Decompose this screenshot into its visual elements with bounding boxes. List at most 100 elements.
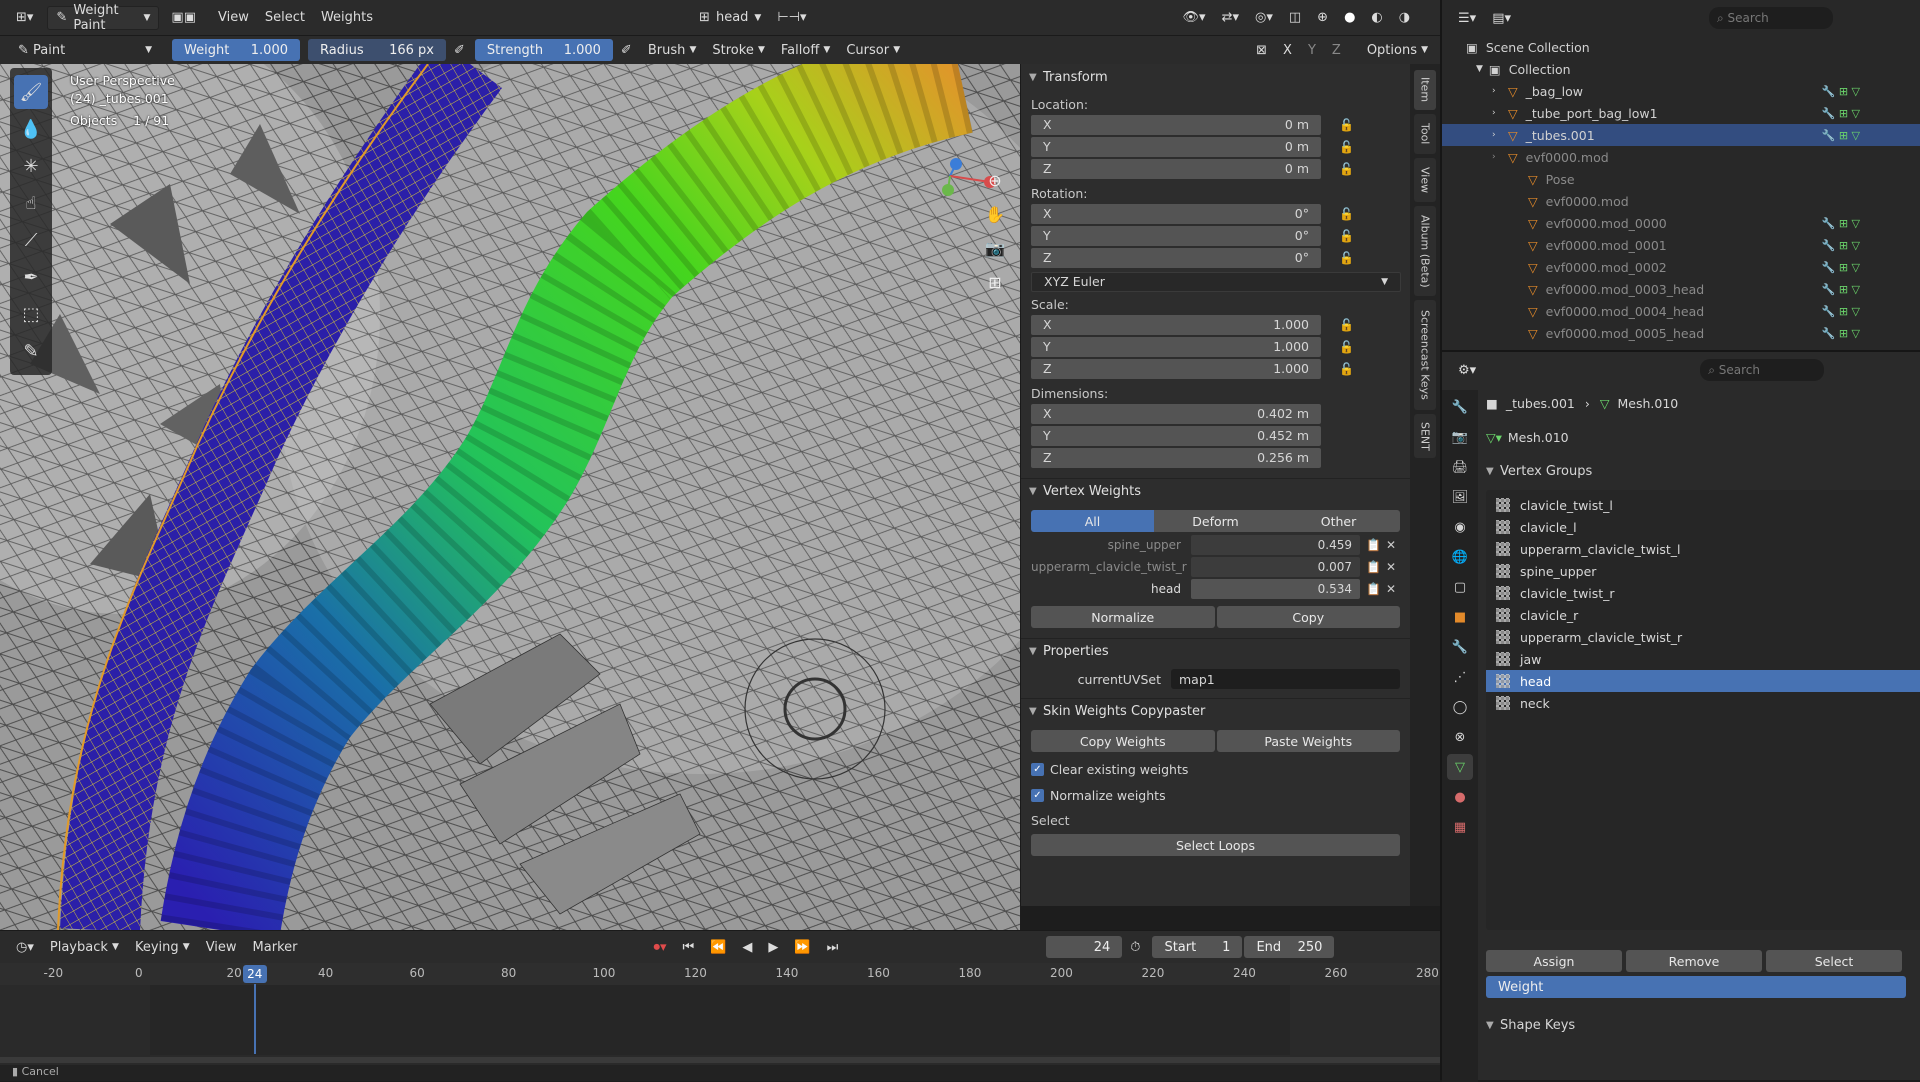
dim-field[interactable]: X 0.402 m <box>1031 403 1321 424</box>
texture-tab-icon[interactable]: ▦ <box>1447 814 1473 840</box>
rot-field[interactable]: X 0° <box>1031 203 1321 224</box>
frame-ruler[interactable]: -20 0 20 40 60 80 100 120 140 160 180 200 220 240 260 2… <box>0 963 1440 985</box>
modifier-tab-icon[interactable]: 🔧 <box>1447 634 1473 660</box>
select-loops-button[interactable]: Select Loops <box>1031 834 1400 856</box>
clock-icon[interactable]: ◷▾ <box>8 935 42 959</box>
outliner-search[interactable]: ⌕ Search <box>1709 7 1833 29</box>
menu-brush[interactable]: Brush ▼ <box>640 38 705 62</box>
lock-icon[interactable]: 🔓 <box>1339 362 1359 376</box>
vertex-group-item[interactable]: clavicle_l <box>1486 516 1920 538</box>
outliner-item[interactable]: ▽ evf0000.mod_0005_head 🔧 ⊞ ▽ <box>1442 322 1920 344</box>
lock-icon[interactable]: 🔓 <box>1339 251 1359 265</box>
lock-icon[interactable]: 🔓 <box>1339 318 1359 332</box>
outliner-item[interactable]: › ▽ evf0000.mod <box>1442 146 1920 168</box>
close-icon[interactable]: ✕ <box>1386 560 1400 574</box>
rotation-mode-select[interactable]: XYZ Euler ▼ <box>1031 271 1401 292</box>
shading-wire-icon[interactable]: ⊕ <box>1309 6 1336 30</box>
dim-field[interactable]: Z 0.256 m <box>1031 447 1321 468</box>
gradient-icon[interactable]: ⟋ <box>14 223 48 257</box>
xray-icon[interactable]: ◫ <box>1281 6 1309 30</box>
vertex-group-item[interactable]: upperarm_clavicle_twist_l <box>1486 538 1920 560</box>
loc-field[interactable]: Y 0 m <box>1031 136 1321 157</box>
output-tab-icon[interactable]: 🖨 <box>1447 454 1473 480</box>
physics-tab-icon[interactable]: ◯ <box>1447 694 1473 720</box>
vertex-weight-value[interactable]: 0.007 <box>1191 557 1360 577</box>
vertex-group-item[interactable]: upperarm_clavicle_twist_r <box>1486 626 1920 648</box>
tab-screencast-keys[interactable]: Screencast Keys <box>1414 300 1436 410</box>
pressure-icon[interactable]: ✐ <box>446 38 473 62</box>
remove-button[interactable]: Remove <box>1626 950 1762 972</box>
display-mode-icon[interactable]: ▤▾ <box>1484 6 1519 30</box>
camera-icon[interactable]: 📷 <box>980 232 1010 266</box>
chevron-right-icon[interactable]: › <box>1492 108 1508 118</box>
mesh-data-tab-icon[interactable]: ▽ <box>1447 754 1473 780</box>
scene-tab-icon[interactable]: ◉ <box>1447 514 1473 540</box>
rot-field[interactable]: Z 0° <box>1031 247 1321 268</box>
vertex-group-item[interactable]: clavicle_twist_l <box>1486 494 1920 516</box>
clipboard-icon[interactable]: 📋 <box>1366 560 1386 574</box>
paste-weights-button[interactable]: Paste Weights <box>1216 730 1400 752</box>
mesh-name-field[interactable]: Mesh.010 <box>1508 430 1569 445</box>
current-frame-field[interactable]: 24 <box>1046 936 1123 958</box>
playhead-frame[interactable]: 24 <box>242 965 267 983</box>
play-reverse-icon[interactable]: ◀ <box>734 935 760 959</box>
mesh-datablock-row[interactable]: ▽▾ Mesh.010 <box>1486 422 1920 452</box>
brush-selector[interactable]: ✎ Paint ▼ <box>10 38 160 62</box>
axis-z[interactable]: Z <box>1324 38 1349 62</box>
annotate-icon[interactable]: ✎ <box>14 334 48 368</box>
blur-brush-icon[interactable]: 💧 <box>14 112 48 146</box>
lock-icon[interactable]: 🔓 <box>1339 229 1359 243</box>
lock-icon[interactable]: 🔓 <box>1339 140 1359 154</box>
grid-icon[interactable]: ⊞ <box>980 266 1010 300</box>
tab-album[interactable]: Album (Beta) <box>1414 206 1436 296</box>
copy-weights-button[interactable]: Copy Weights <box>1031 730 1215 752</box>
timeline-scrollbar[interactable] <box>0 1057 1440 1063</box>
outliner-item[interactable]: ▽ evf0000.mod_0002 🔧 ⊞ ▽ <box>1442 256 1920 278</box>
scl-field[interactable]: Z 1.000 <box>1031 358 1321 379</box>
outliner-item[interactable]: ▽ Pose <box>1442 168 1920 190</box>
editor-type-icon[interactable]: ⊞▾ <box>8 6 41 30</box>
pressure-strength-icon[interactable]: ✐ <box>613 38 640 62</box>
shading-render-icon[interactable]: ◑ <box>1391 6 1418 30</box>
uvset-input[interactable]: map1 <box>1171 669 1400 689</box>
tab-sent[interactable]: SENT <box>1414 414 1436 458</box>
properties-editor-icon[interactable]: ⚙▾ <box>1450 358 1484 382</box>
menu-playback[interactable]: Playback ▼ <box>42 935 127 959</box>
vertex-group-item[interactable]: clavicle_r <box>1486 604 1920 626</box>
scl-field[interactable]: X 1.000 <box>1031 314 1321 335</box>
gizmo-icon[interactable]: ⇄▾ <box>1214 6 1247 30</box>
scl-field[interactable]: Y 1.000 <box>1031 336 1321 357</box>
outliner-item[interactable]: ▽ evf0000.mod <box>1442 190 1920 212</box>
menu-view[interactable]: View <box>210 6 257 30</box>
strength-field[interactable]: Strength 1.000 <box>474 39 613 61</box>
collection-tab-icon[interactable]: ▢ <box>1447 574 1473 600</box>
menu-view-timeline[interactable]: View <box>198 935 245 959</box>
pan-hand-icon[interactable]: ✋ <box>980 198 1010 232</box>
view-layer-tab-icon[interactable]: 🖼 <box>1447 484 1473 510</box>
end-frame-field[interactable]: End 250 <box>1244 936 1335 958</box>
clock-icon[interactable]: ⏱ <box>1122 935 1148 959</box>
vertex-group-selector[interactable]: ⊞ head ▼ <box>691 6 769 30</box>
lock-icon[interactable]: 🔓 <box>1339 118 1359 132</box>
menu-stroke[interactable]: Stroke ▼ <box>704 38 773 62</box>
lock-icon[interactable]: 🔓 <box>1339 340 1359 354</box>
vertex-groups-header[interactable]: ▼ Vertex Groups <box>1486 458 1920 484</box>
close-icon[interactable]: ✕ <box>1386 538 1400 552</box>
shading-solid-icon[interactable]: ● <box>1336 6 1363 30</box>
vertex-group-item[interactable]: jaw <box>1486 648 1920 670</box>
scene-collection-row[interactable]: ▣ Scene Collection <box>1442 36 1920 58</box>
properties-header[interactable]: ▼ Properties <box>1021 638 1410 664</box>
draw-brush-icon[interactable]: 🖌 <box>14 75 48 109</box>
outliner-item[interactable]: ▽ evf0000.mod_0004_head 🔧 ⊞ ▽ <box>1442 300 1920 322</box>
shape-keys-header[interactable]: ▼ Shape Keys <box>1486 1012 1920 1038</box>
vertex-weight-value[interactable]: 0.459 <box>1191 535 1360 555</box>
tab-tool[interactable]: Tool <box>1414 114 1436 154</box>
axis-y[interactable]: Y <box>1300 38 1324 62</box>
record-icon[interactable]: ⏺▾ <box>645 935 674 959</box>
outliner-item[interactable]: › ▽ _tubes.001 🔧 ⊞ ▽ <box>1442 124 1920 146</box>
vertex-weights-header[interactable]: ▼ Vertex Weights <box>1021 478 1410 504</box>
select-button[interactable]: Select <box>1766 950 1902 972</box>
lock-icon[interactable]: 🔓 <box>1339 162 1359 176</box>
overlay-icon[interactable]: ◎▾ <box>1247 6 1281 30</box>
mask-toggle[interactable]: ▣▣ <box>163 6 204 30</box>
